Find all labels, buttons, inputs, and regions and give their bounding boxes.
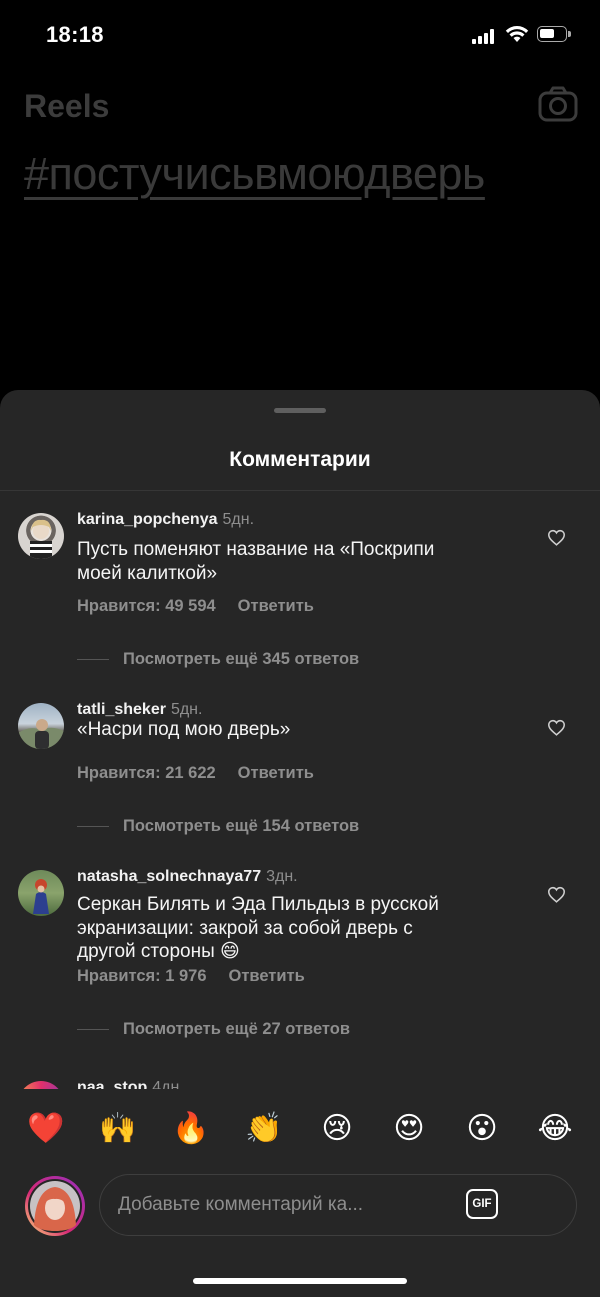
- comments-list: karina_popchenya 5дн. Пусть поменяют назв…: [0, 491, 600, 1089]
- reply-button[interactable]: Ответить: [229, 967, 305, 985]
- avatar[interactable]: [18, 513, 64, 559]
- comment-username[interactable]: naa_stop 4дн.: [77, 1079, 184, 1089]
- hashtag-link[interactable]: #постучисьвмоюдверь: [24, 148, 485, 200]
- likes-count[interactable]: Нравится: 49 594: [77, 597, 216, 615]
- gif-button[interactable]: GIF: [466, 1189, 498, 1219]
- comment-username[interactable]: tatli_sheker 5дн.: [77, 701, 202, 719]
- emoji-heart-eyes-button[interactable]: 😍: [389, 1111, 429, 1147]
- comment-username[interactable]: karina_popchenya 5дн.: [77, 511, 254, 529]
- reply-button[interactable]: Ответить: [238, 764, 314, 782]
- comments-sheet: Комментарии karina_popchenya 5дн. Пусть п…: [0, 390, 600, 1297]
- emoji-clap-button[interactable]: 👏: [244, 1111, 284, 1147]
- battery-icon: [537, 26, 571, 42]
- emoji-raised-hands-button[interactable]: 🙌: [98, 1111, 138, 1147]
- comment-time: 5дн.: [222, 511, 255, 528]
- emoji-surprised-button[interactable]: 😮: [462, 1111, 502, 1147]
- sheet-title: Комментарии: [229, 448, 371, 471]
- emoji-crying-button[interactable]: 😢: [317, 1111, 357, 1147]
- comment-text: «Насри под мою дверь»: [77, 719, 291, 740]
- avatar[interactable]: [18, 870, 64, 916]
- reels-title: Reels: [24, 88, 110, 124]
- avatar[interactable]: [18, 1081, 64, 1089]
- my-avatar[interactable]: [24, 1175, 86, 1237]
- comment-meta: Нравится: 21 622 Ответить: [77, 764, 314, 783]
- camera-icon[interactable]: [538, 86, 578, 122]
- emoji-reaction-bar: ❤️ 🙌 🔥 👏 😢 😍 😮 😂: [0, 1089, 600, 1169]
- emoji-heart-button[interactable]: ❤️: [26, 1111, 66, 1147]
- view-replies-button[interactable]: Посмотреть ещё 345 ответов: [77, 650, 359, 669]
- emoji-laughing-button[interactable]: 😂: [535, 1111, 575, 1147]
- like-heart-icon[interactable]: [547, 719, 566, 736]
- emoji-fire-button[interactable]: 🔥: [171, 1111, 211, 1147]
- view-replies-button[interactable]: Посмотреть ещё 154 ответов: [77, 817, 359, 836]
- view-replies-button[interactable]: Посмотреть ещё 27 ответов: [77, 1020, 350, 1039]
- comment-input-placeholder: Добавьте комментарий ка...: [118, 1194, 364, 1215]
- likes-count[interactable]: Нравится: 21 622: [77, 764, 216, 782]
- comment-time: 3дн.: [266, 868, 298, 885]
- comment-text: Пусть поменяют название на «Поскрипи мое…: [77, 539, 435, 584]
- home-indicator[interactable]: [193, 1278, 407, 1284]
- status-time: 18:18: [46, 22, 104, 47]
- status-bar: 18:18: [0, 0, 600, 70]
- comment-username[interactable]: natasha_solnechnaya77 3дн.: [77, 868, 298, 886]
- like-heart-icon[interactable]: [547, 529, 566, 546]
- wifi-icon: [505, 26, 529, 42]
- comment-text: Серкан Билять и Эда Пильдыз в русской эк…: [77, 894, 439, 962]
- avatar[interactable]: [18, 703, 64, 749]
- sheet-grabber[interactable]: [274, 408, 326, 413]
- likes-count[interactable]: Нравится: 1 976: [77, 967, 207, 985]
- comment-meta: Нравится: 1 976 Ответить: [77, 967, 305, 986]
- cellular-signal-icon: [472, 28, 498, 44]
- comment-meta: Нравится: 49 594 Ответить: [77, 597, 314, 616]
- like-heart-icon[interactable]: [547, 886, 566, 903]
- comment-input-field[interactable]: Добавьте комментарий ка... GIF: [99, 1174, 577, 1236]
- reply-button[interactable]: Ответить: [238, 597, 314, 615]
- comment-time: 5дн.: [170, 701, 203, 718]
- comment-time: 4дн.: [152, 1079, 184, 1089]
